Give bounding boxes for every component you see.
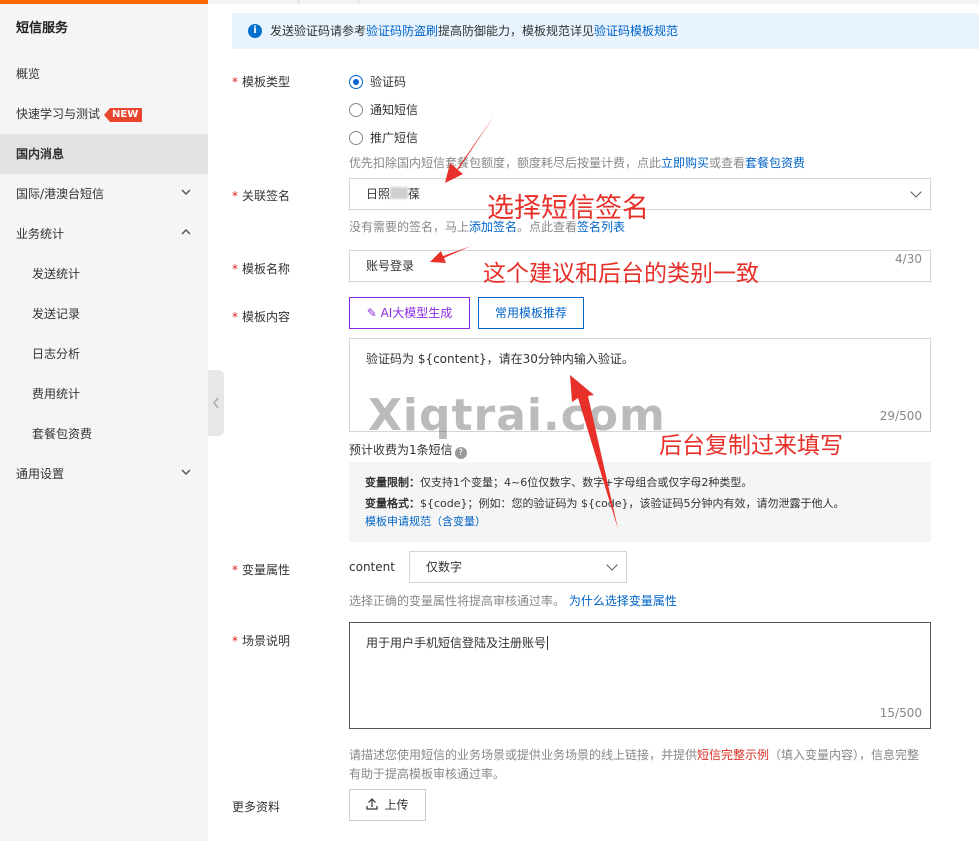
arrow-to-template-content	[570, 375, 618, 529]
annotation-arrows	[430, 116, 618, 529]
arrow-to-template-name	[430, 246, 471, 263]
arrow-to-signature	[445, 116, 494, 183]
